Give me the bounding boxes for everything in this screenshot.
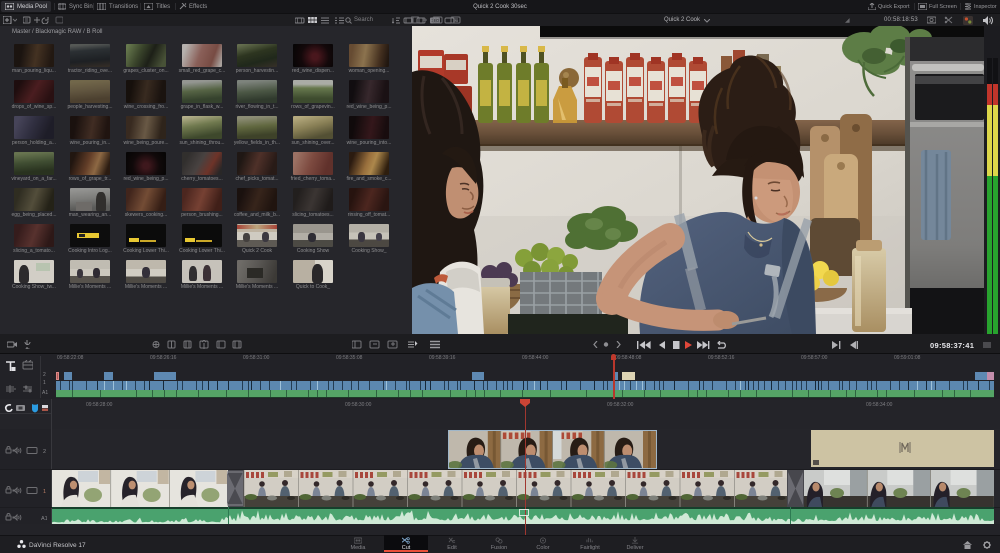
svg-text:A1: A1 xyxy=(41,516,47,521)
svg-text:2: 2 xyxy=(43,449,46,454)
svg-text:1: 1 xyxy=(43,489,46,494)
